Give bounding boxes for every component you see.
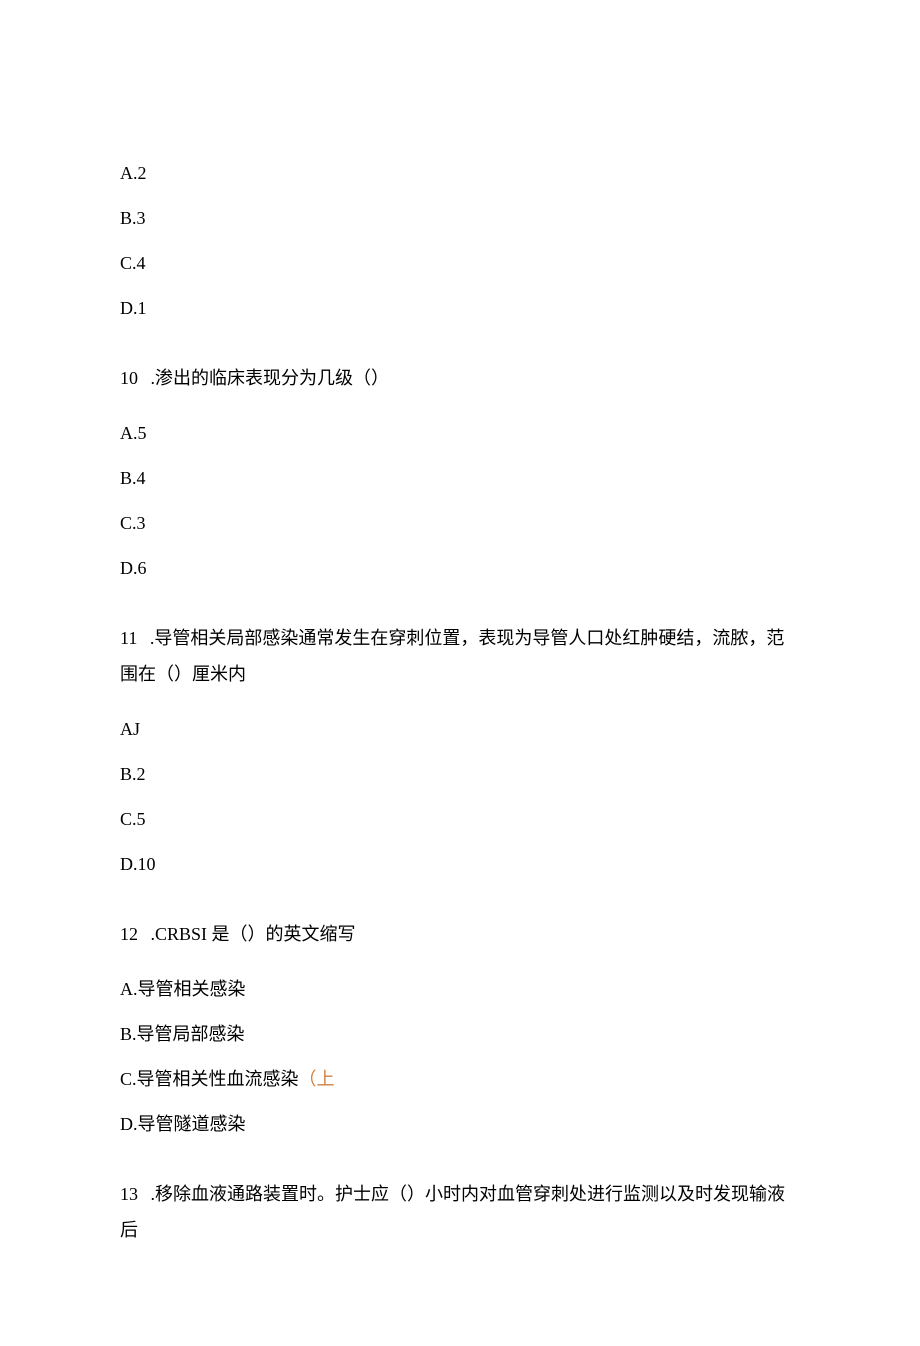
question-stem: 10 .渗出的临床表现分为几级（） <box>120 360 800 396</box>
question-text: .CRBSI 是（）的英文缩写 <box>146 924 356 944</box>
option-c: C.3 <box>120 510 800 537</box>
option-b: B.2 <box>120 761 800 788</box>
option-list: A.2 B.3 C.4 D.1 <box>120 160 800 322</box>
question-13: 13 .移除血液通路装置时。护士应（）小时内对血管穿刺处进行监测以及时发现输液后 <box>120 1176 800 1248</box>
option-list: AJ B.2 C.5 D.10 <box>120 716 800 878</box>
question-number: 12 <box>120 924 138 944</box>
option-list: A.导管相关感染 B.导管局部感染 C.导管相关性血流感染（上 D.导管隧道感染 <box>120 976 800 1138</box>
option-a: AJ <box>120 716 800 743</box>
option-a: A.5 <box>120 420 800 447</box>
question-stem: 12 .CRBSI 是（）的英文缩写 <box>120 916 800 952</box>
question-12: 12 .CRBSI 是（）的英文缩写 A.导管相关感染 B.导管局部感染 C.导… <box>120 916 800 1138</box>
question-text: .渗出的临床表现分为几级（） <box>146 368 389 388</box>
option-b: B.3 <box>120 205 800 232</box>
option-a: A.2 <box>120 160 800 187</box>
question-text: .导管相关局部感染通常发生在穿刺位置，表现为导管人口处红肿硬结，流脓，范围在（）… <box>120 628 784 684</box>
option-b: B.导管局部感染 <box>120 1021 800 1048</box>
question-stem: 11 .导管相关局部感染通常发生在穿刺位置，表现为导管人口处红肿硬结，流脓，范围… <box>120 620 800 692</box>
question-text: .移除血液通路装置时。护士应（）小时内对血管穿刺处进行监测以及时发现输液后 <box>120 1184 785 1240</box>
option-c: C.导管相关性血流感染（上 <box>120 1066 800 1093</box>
question-9-options: A.2 B.3 C.4 D.1 <box>120 160 800 322</box>
option-d: D.导管隧道感染 <box>120 1111 800 1138</box>
question-number: 11 <box>120 628 137 648</box>
option-a: A.导管相关感染 <box>120 976 800 1003</box>
question-number: 13 <box>120 1184 138 1204</box>
question-11: 11 .导管相关局部感染通常发生在穿刺位置，表现为导管人口处红肿硬结，流脓，范围… <box>120 620 800 878</box>
option-d: D.1 <box>120 295 800 322</box>
option-b: B.4 <box>120 465 800 492</box>
option-c: C.5 <box>120 806 800 833</box>
option-d: D.10 <box>120 851 800 878</box>
option-c: C.4 <box>120 250 800 277</box>
option-list: A.5 B.4 C.3 D.6 <box>120 420 800 582</box>
question-number: 10 <box>120 368 138 388</box>
document-page: A.2 B.3 C.4 D.1 10 .渗出的临床表现分为几级（） A.5 B.… <box>0 0 920 1346</box>
option-d: D.6 <box>120 555 800 582</box>
option-c-text: C.导管相关性血流感染 <box>120 1069 299 1089</box>
question-stem: 13 .移除血液通路装置时。护士应（）小时内对血管穿刺处进行监测以及时发现输液后 <box>120 1176 800 1248</box>
question-10: 10 .渗出的临床表现分为几级（） A.5 B.4 C.3 D.6 <box>120 360 800 582</box>
option-c-annotation: （上 <box>299 1069 335 1089</box>
